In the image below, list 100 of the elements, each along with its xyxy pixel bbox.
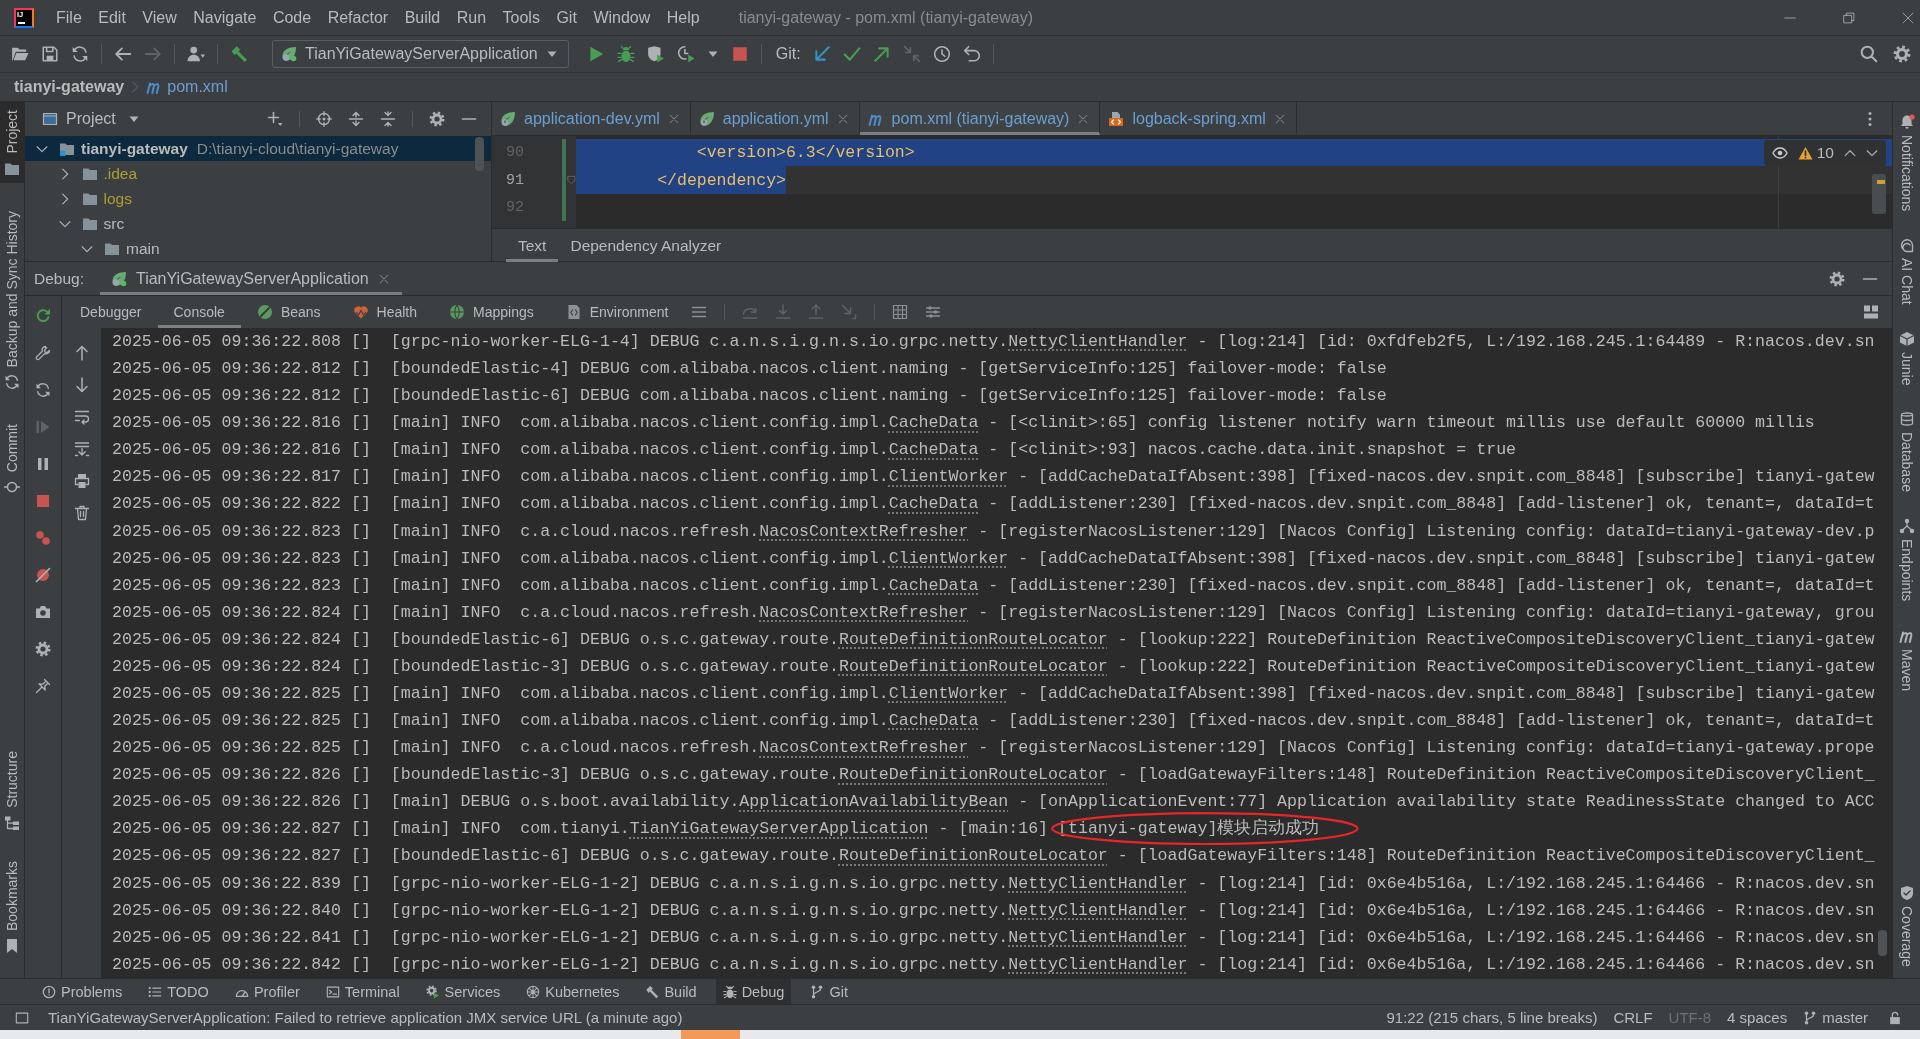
tool-window-button[interactable]: Endpoints — [1893, 518, 1920, 602]
breadcrumb[interactable]: pom.xml — [167, 78, 228, 96]
eye-icon[interactable] — [1771, 145, 1788, 161]
status-message[interactable]: TianYiGatewayServerApplication: Failed to retrieve application JMX service URL (a minute ago) — [48, 1009, 683, 1026]
menu-item[interactable]: Tools — [502, 8, 540, 27]
editor-tab[interactable]: pom.xml (tianyi-gateway) — [859, 102, 1101, 135]
editor-view-tab[interactable]: Dependency Analyzer — [558, 229, 734, 262]
layout-icon[interactable] — [1863, 304, 1879, 320]
two-circles-icon[interactable] — [35, 530, 51, 546]
lines-arrow-down-icon[interactable] — [73, 441, 90, 457]
bug-icon[interactable] — [616, 45, 635, 63]
class-link[interactable]: NacosContextRefresher — [759, 738, 969, 758]
undo-icon[interactable] — [962, 45, 981, 63]
stop-icon[interactable] — [35, 493, 51, 509]
clock-play-icon[interactable] — [676, 45, 695, 63]
tool-window-button[interactable]: Problems — [35, 979, 130, 1004]
expand-all-icon[interactable] — [348, 111, 364, 127]
arrow-up-right-icon[interactable] — [872, 45, 891, 63]
tool-window-button[interactable]: Structure — [0, 743, 24, 837]
trash-icon[interactable] — [73, 505, 90, 521]
arrow-down-icon[interactable] — [73, 377, 90, 393]
sliders-icon[interactable] — [925, 304, 942, 320]
tool-window-button[interactable]: Git — [803, 979, 855, 1004]
tree-item[interactable]: logs — [25, 186, 491, 211]
run-configuration-dropdown[interactable]: TianYiGatewayServerApplication — [272, 40, 569, 68]
chevron-down-icon[interactable] — [1866, 147, 1878, 159]
circular-arrow-icon[interactable] — [35, 308, 51, 324]
menu-item[interactable]: View — [142, 8, 177, 27]
editor-tab[interactable]: application-dev.yml — [492, 102, 691, 135]
fold-marker-icon[interactable] — [566, 175, 576, 186]
tool-window-button[interactable]: Profiler — [227, 979, 307, 1004]
class-link[interactable]: NettyClientHandler — [1008, 927, 1188, 947]
class-link[interactable]: ClientWorker — [888, 467, 1009, 487]
scrollbar[interactable] — [1878, 930, 1887, 956]
tool-window-button[interactable]: Commit — [0, 416, 24, 502]
status-widget[interactable]: CRLF — [1613, 1009, 1653, 1026]
folder-open-icon[interactable] — [11, 45, 29, 63]
class-link[interactable]: NacosContextRefresher — [759, 521, 969, 541]
status-widget[interactable]: 91:22 (215 chars, 5 line breaks) — [1386, 1009, 1598, 1026]
collapse-all-icon[interactable] — [380, 111, 396, 127]
menu-item[interactable]: Code — [272, 8, 312, 27]
close-icon[interactable] — [1077, 112, 1090, 125]
tree-item[interactable]: tianyi-gateway D:\tianyi-cloud\tianyi-gateway — [25, 136, 491, 161]
editor-tab[interactable]: application.yml — [690, 102, 860, 135]
editor-tab[interactable]: logback-spring.xml — [1100, 102, 1297, 135]
class-link[interactable]: CacheData — [888, 413, 979, 433]
status-widget[interactable]: 4 spaces — [1727, 1009, 1788, 1026]
tool-window-button[interactable]: Terminal — [318, 979, 407, 1004]
debug-tab[interactable]: Debugger — [64, 296, 158, 328]
breadcrumb[interactable]: tianyi-gateway — [14, 78, 125, 96]
close-icon[interactable] — [1273, 112, 1286, 125]
tool-window-button[interactable]: Junie — [1893, 330, 1920, 386]
slashed-circle-icon[interactable] — [35, 567, 51, 583]
menu-item[interactable]: Help — [666, 8, 700, 27]
close-icon[interactable] — [667, 112, 680, 125]
class-link[interactable]: CacheData — [888, 440, 979, 460]
settings-icon[interactable] — [429, 111, 445, 127]
class-link[interactable]: ClientWorker — [888, 684, 1009, 703]
tool-window-button[interactable]: AI Chat — [1893, 237, 1920, 305]
debug-tab[interactable]: Beans — [240, 296, 337, 328]
class-link[interactable]: ApplicationAvailabilityBean — [739, 792, 1009, 812]
panel-title[interactable]: Project — [66, 110, 116, 128]
wrap-lines-icon[interactable] — [73, 409, 90, 425]
tool-window-button[interactable]: Debug — [715, 979, 792, 1004]
warning-count[interactable]: 10 — [1816, 144, 1834, 162]
settings-icon[interactable] — [1829, 270, 1845, 287]
class-link[interactable]: CacheData — [888, 575, 979, 595]
class-link[interactable]: TianYiGatewayServerApplication — [629, 819, 929, 839]
settings-icon[interactable] — [1893, 45, 1911, 63]
scrollbar[interactable] — [1872, 174, 1886, 214]
menu-item[interactable]: Refactor — [327, 8, 389, 27]
tool-window-button[interactable]: Bookmarks — [0, 852, 24, 960]
editor-view-tab[interactable]: Text — [506, 229, 559, 262]
close-icon[interactable] — [1902, 11, 1914, 24]
class-link[interactable]: RouteDefinitionRouteLocator — [838, 846, 1108, 866]
class-link[interactable]: NettyClientHandler — [1008, 332, 1188, 351]
class-link[interactable]: NettyClientHandler — [1008, 954, 1188, 974]
clock-icon[interactable] — [932, 45, 951, 63]
class-link[interactable]: ClientWorker — [888, 548, 1009, 568]
tree-item[interactable]: src — [25, 211, 491, 236]
menu-item[interactable]: Navigate — [193, 8, 257, 27]
wrench-icon[interactable] — [35, 345, 51, 361]
grid-icon[interactable] — [892, 304, 909, 320]
circular-arrows-icon[interactable] — [71, 45, 89, 63]
tool-window-button[interactable]: Notifications — [1893, 114, 1920, 212]
printer-icon[interactable] — [73, 473, 90, 489]
close-icon[interactable] — [377, 272, 390, 285]
settings-icon[interactable] — [35, 641, 51, 657]
hammer-icon[interactable] — [230, 45, 248, 63]
square-icon[interactable] — [15, 1010, 29, 1025]
chevron-up-icon[interactable] — [1844, 147, 1856, 159]
class-link[interactable]: RouteDefinitionRouteLocator — [838, 629, 1108, 649]
class-link[interactable]: RouteDefinitionRouteLocator — [838, 765, 1108, 785]
class-link[interactable]: NacosContextRefresher — [759, 602, 969, 622]
session-tab[interactable]: TianYiGatewayServerApplication — [100, 262, 402, 295]
tool-window-button[interactable]: Services — [418, 979, 508, 1004]
tree-item[interactable]: main — [25, 236, 491, 261]
class-link[interactable]: NettyClientHandler — [1008, 900, 1188, 920]
class-link[interactable]: NettyClientHandler — [1008, 873, 1188, 893]
crosshair-icon[interactable] — [316, 111, 332, 127]
